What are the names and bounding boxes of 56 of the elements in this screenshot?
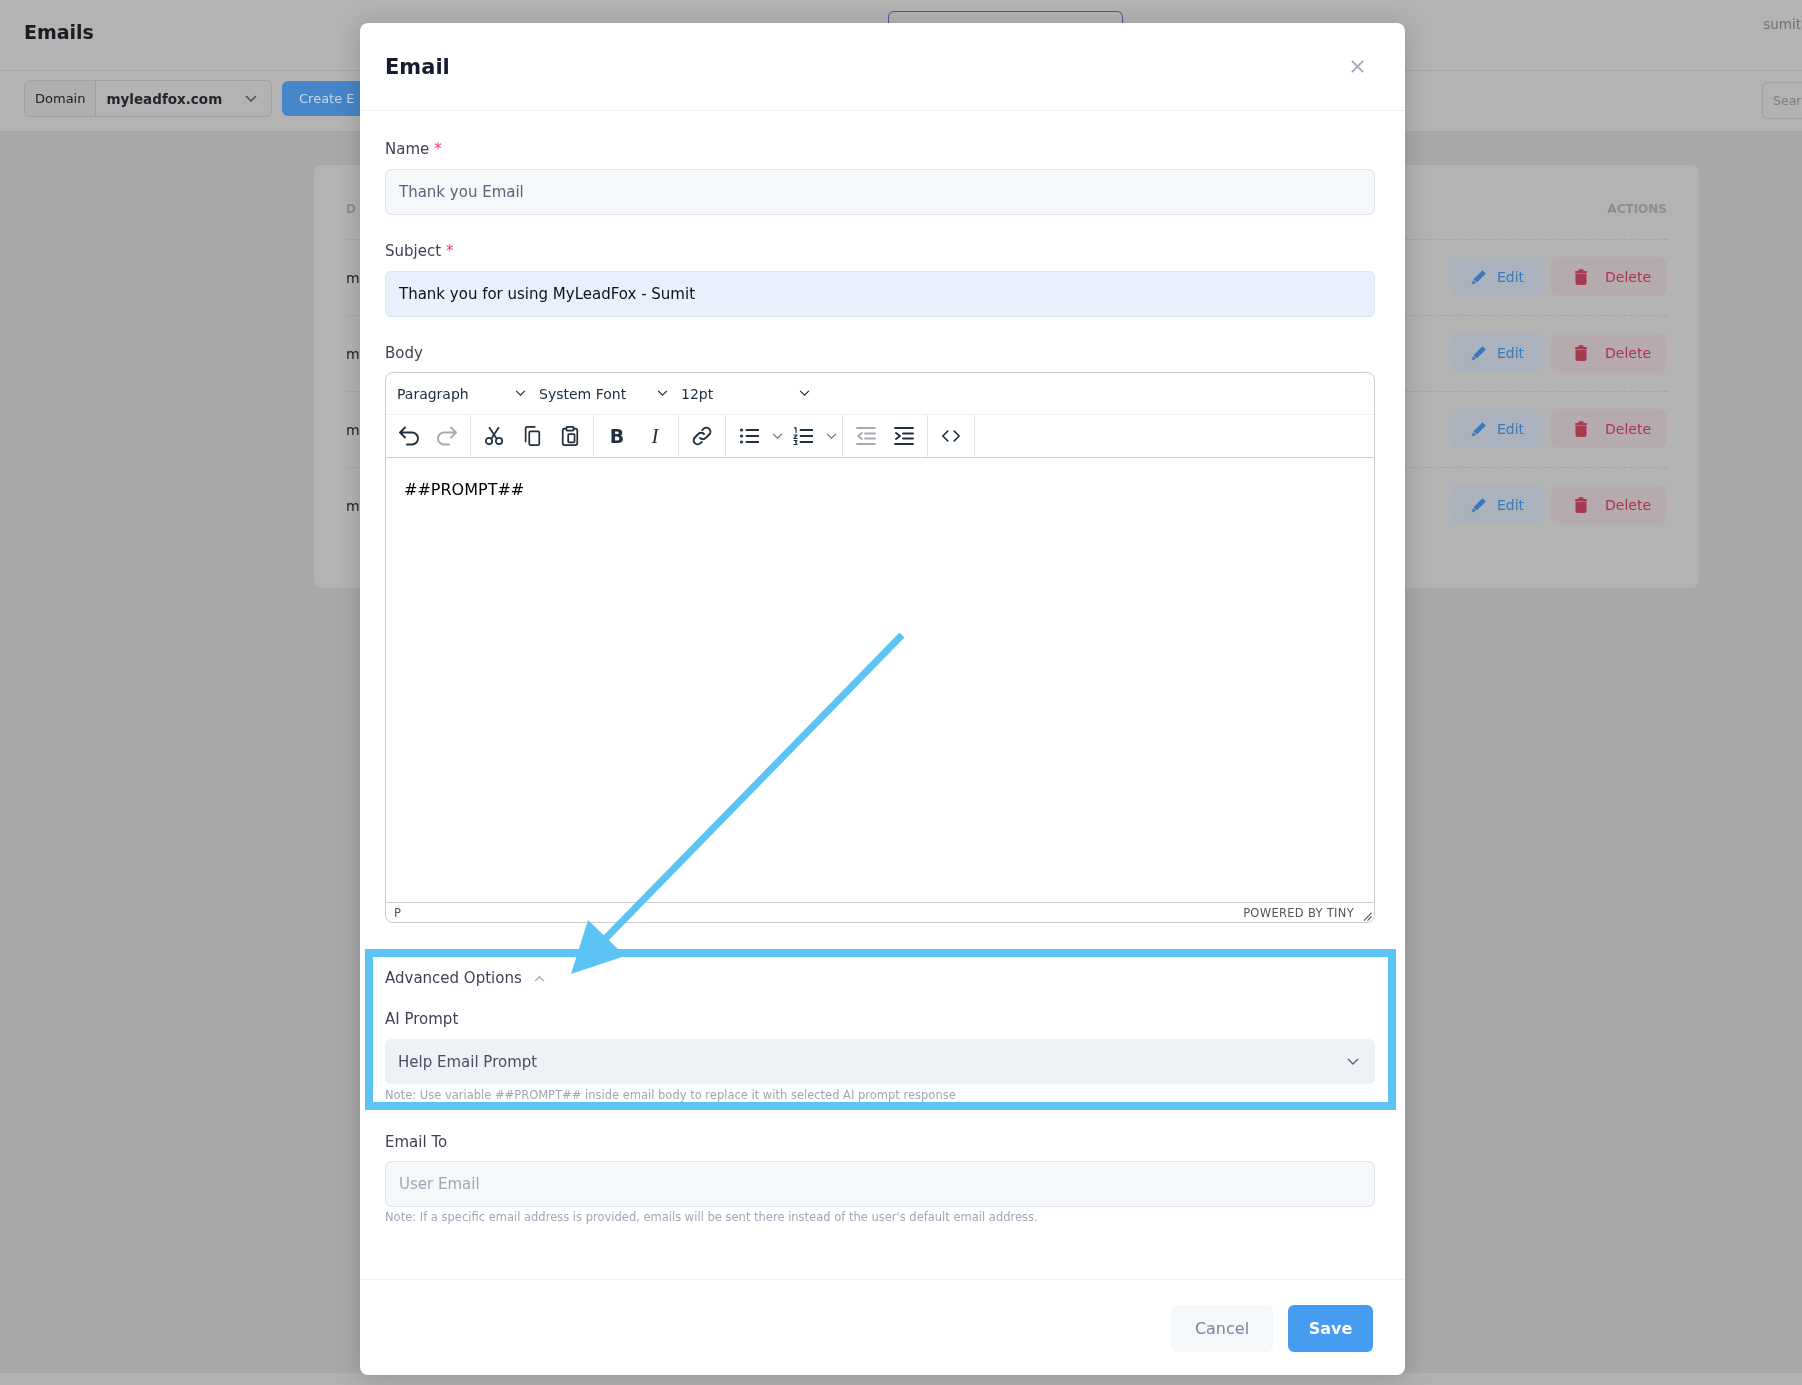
trash-icon	[1574, 344, 1588, 361]
pencil-icon	[1471, 344, 1487, 361]
subject-field[interactable]: Thank you for using MyLeadFox - Sumit	[385, 271, 1375, 317]
user-name: sumit	[1763, 15, 1801, 33]
table-cell: m	[346, 269, 360, 286]
help-note: Note: If a specific email address is provided, emails will be sent there instead of the user's default email address.	[385, 1210, 1039, 1224]
link-icon[interactable]	[692, 426, 712, 446]
email-to-field[interactable]: User Email	[385, 1161, 1375, 1207]
search-field[interactable]: Sear	[1762, 82, 1802, 119]
pencil-icon	[1471, 268, 1487, 285]
domain-label: Domain	[25, 81, 97, 116]
cancel-button[interactable]: Cancel	[1171, 1305, 1273, 1352]
table-cell: m	[346, 345, 360, 362]
editor-text[interactable]: ##PROMPT##	[404, 480, 525, 499]
advanced-options-toggle[interactable]: Advanced Options	[385, 968, 545, 988]
indent-icon[interactable]	[894, 426, 914, 446]
toolbar-dropdown[interactable]: System Font	[532, 376, 674, 411]
table-cell: m	[346, 497, 360, 514]
table-cell: m	[346, 421, 360, 438]
required-mark: *	[434, 139, 442, 159]
trash-icon	[1574, 420, 1588, 437]
field-label: Body	[385, 343, 423, 363]
ai-prompt-select[interactable]: Help Email Prompt	[385, 1039, 1375, 1084]
branding-link[interactable]: POWERED BY TINY	[1243, 905, 1354, 920]
chevron-down-icon[interactable]	[245, 94, 257, 103]
numbered-list-icon[interactable]	[793, 426, 813, 446]
field-label: AI Prompt	[385, 1009, 459, 1029]
copy-icon[interactable]	[522, 426, 542, 446]
chevron-down-icon[interactable]	[1347, 1057, 1359, 1066]
help-note: Note: Use variable ##PROMPT## inside email body to replace it with selected AI prompt response	[385, 1088, 957, 1102]
domain-select[interactable]: myleadfox.com	[96, 81, 271, 116]
caret-icon[interactable]	[799, 390, 810, 397]
toolbar-dropdown[interactable]: Paragraph	[390, 376, 532, 411]
field-label: Email To	[385, 1132, 448, 1152]
bullet-list-icon[interactable]	[739, 426, 759, 446]
element-path[interactable]: P	[394, 905, 401, 920]
trash-icon	[1574, 496, 1588, 513]
field-label: Name	[385, 139, 430, 159]
required-mark: *	[446, 241, 454, 261]
page-title: Emails	[24, 21, 94, 43]
resize-handle-icon[interactable]	[1363, 912, 1372, 921]
field-label: Subject	[385, 241, 442, 261]
caret-icon[interactable]	[657, 390, 668, 397]
pencil-icon	[1471, 420, 1487, 437]
clipboard-icon[interactable]	[560, 426, 580, 446]
code-icon[interactable]	[942, 430, 960, 442]
dialog-title: Email	[385, 54, 450, 79]
trash-icon	[1574, 268, 1588, 285]
bold-button[interactable]: B	[599, 419, 635, 453]
italic-button[interactable]: I	[637, 419, 673, 453]
toolbar-dropdown[interactable]: 12pt	[674, 376, 816, 411]
scissors-icon[interactable]	[484, 426, 504, 446]
pencil-icon	[1471, 496, 1487, 513]
name-field[interactable]: Thank you Email	[385, 169, 1375, 215]
undo-icon[interactable]	[399, 426, 419, 446]
caret-icon[interactable]	[515, 390, 526, 397]
